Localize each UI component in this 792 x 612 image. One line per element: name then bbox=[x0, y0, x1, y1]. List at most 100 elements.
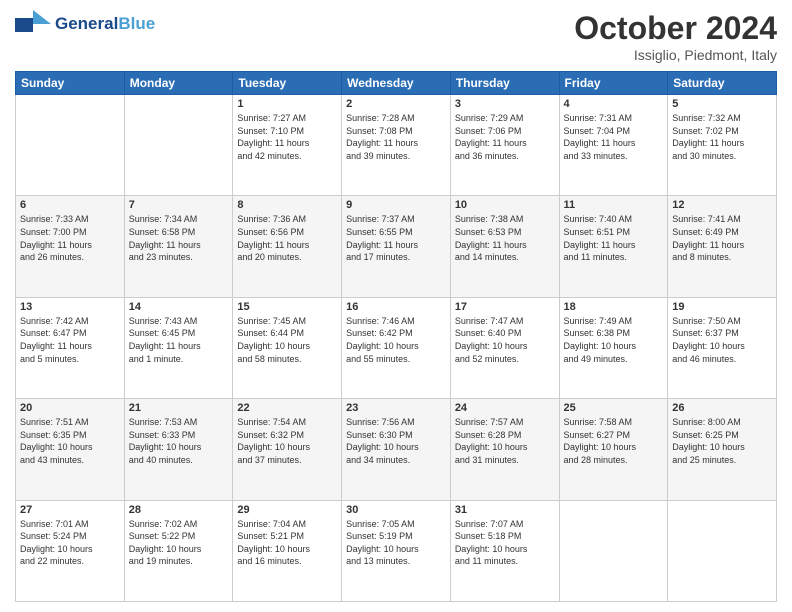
day-info: Sunrise: 7:32 AM Sunset: 7:02 PM Dayligh… bbox=[672, 112, 772, 162]
calendar-cell: 19 Sunrise: 7:50 AM Sunset: 6:37 PM Dayli… bbox=[668, 297, 777, 398]
page: GeneralBlue October 2024 Issiglio, Piedm… bbox=[0, 0, 792, 612]
calendar-cell: 6Sunrise: 7:33 AM Sunset: 7:00 PM Daylig… bbox=[16, 196, 125, 297]
col-thursday: Thursday bbox=[450, 72, 559, 95]
calendar-cell: 3Sunrise: 7:29 AM Sunset: 7:06 PM Daylig… bbox=[450, 95, 559, 196]
day-number: 20 bbox=[20, 402, 120, 414]
calendar-cell: 24 Sunrise: 7:57 AM Sunset: 6:28 PM Dayli… bbox=[450, 399, 559, 500]
col-sunday: Sunday bbox=[16, 72, 125, 95]
day-info: Sunrise: 7:07 AM Sunset: 5:18 PM Dayligh… bbox=[455, 518, 555, 568]
day-info: Sunrise: 7:02 AM Sunset: 5:22 PM Dayligh… bbox=[129, 518, 229, 568]
day-number: 29 bbox=[237, 504, 337, 516]
day-info: Sunrise: 7:50 AM Sunset: 6:37 PM Dayligh… bbox=[672, 315, 772, 365]
calendar-cell: 23Sunrise: 7:56 AM Sunset: 6:30 PM Dayli… bbox=[342, 399, 451, 500]
day-number: 23 bbox=[346, 402, 446, 414]
day-number: 5 bbox=[672, 98, 772, 110]
day-info: Sunrise: 7:57 AM Sunset: 6:28 PM Dayligh… bbox=[455, 416, 555, 466]
day-number: 2 bbox=[346, 98, 446, 110]
calendar-cell: 30 Sunrise: 7:05 AM Sunset: 5:19 PM Dayli… bbox=[342, 500, 451, 601]
col-saturday: Saturday bbox=[668, 72, 777, 95]
logo-icon bbox=[15, 10, 51, 38]
day-number: 16 bbox=[346, 301, 446, 313]
day-info: Sunrise: 7:28 AM Sunset: 7:08 PM Dayligh… bbox=[346, 112, 446, 162]
calendar-header-row: Sunday Monday Tuesday Wednesday Thursday… bbox=[16, 72, 777, 95]
day-info: Sunrise: 7:33 AM Sunset: 7:00 PM Dayligh… bbox=[20, 213, 120, 263]
day-number: 30 bbox=[346, 504, 446, 516]
day-info: Sunrise: 7:38 AM Sunset: 6:53 PM Dayligh… bbox=[455, 213, 555, 263]
calendar-cell: 12 Sunrise: 7:41 AM Sunset: 6:49 PM Dayli… bbox=[668, 196, 777, 297]
day-number: 9 bbox=[346, 199, 446, 211]
month-title: October 2024 bbox=[574, 10, 777, 47]
calendar-cell: 10 Sunrise: 7:38 AM Sunset: 6:53 PM Dayli… bbox=[450, 196, 559, 297]
day-info: Sunrise: 7:41 AM Sunset: 6:49 PM Dayligh… bbox=[672, 213, 772, 263]
day-number: 28 bbox=[129, 504, 229, 516]
day-info: Sunrise: 7:53 AM Sunset: 6:33 PM Dayligh… bbox=[129, 416, 229, 466]
day-info: Sunrise: 7:43 AM Sunset: 6:45 PM Dayligh… bbox=[129, 315, 229, 365]
calendar-cell: 22 Sunrise: 7:54 AM Sunset: 6:32 PM Dayli… bbox=[233, 399, 342, 500]
day-info: Sunrise: 7:51 AM Sunset: 6:35 PM Dayligh… bbox=[20, 416, 120, 466]
calendar-cell bbox=[559, 500, 668, 601]
calendar-body: 1 Sunrise: 7:27 AM Sunset: 7:10 PM Daylig… bbox=[16, 95, 777, 602]
calendar-week-3: 13 Sunrise: 7:42 AM Sunset: 6:47 PM Dayli… bbox=[16, 297, 777, 398]
calendar-table: Sunday Monday Tuesday Wednesday Thursday… bbox=[15, 71, 777, 602]
day-number: 12 bbox=[672, 199, 772, 211]
calendar-week-5: 27 Sunrise: 7:01 AM Sunset: 5:24 PM Dayli… bbox=[16, 500, 777, 601]
calendar-cell: 17Sunrise: 7:47 AM Sunset: 6:40 PM Dayli… bbox=[450, 297, 559, 398]
calendar-cell: 28 Sunrise: 7:02 AM Sunset: 5:22 PM Dayli… bbox=[124, 500, 233, 601]
calendar-cell: 9 Sunrise: 7:37 AM Sunset: 6:55 PM Daylig… bbox=[342, 196, 451, 297]
calendar-cell: 1 Sunrise: 7:27 AM Sunset: 7:10 PM Daylig… bbox=[233, 95, 342, 196]
calendar-cell: 4Sunrise: 7:31 AM Sunset: 7:04 PM Daylig… bbox=[559, 95, 668, 196]
calendar-week-4: 20 Sunrise: 7:51 AM Sunset: 6:35 PM Dayli… bbox=[16, 399, 777, 500]
day-number: 27 bbox=[20, 504, 120, 516]
day-number: 7 bbox=[129, 199, 229, 211]
day-number: 24 bbox=[455, 402, 555, 414]
calendar-cell bbox=[16, 95, 125, 196]
calendar-cell: 21 Sunrise: 7:53 AM Sunset: 6:33 PM Dayli… bbox=[124, 399, 233, 500]
day-number: 11 bbox=[564, 199, 664, 211]
day-number: 25 bbox=[564, 402, 664, 414]
day-info: Sunrise: 7:37 AM Sunset: 6:55 PM Dayligh… bbox=[346, 213, 446, 263]
calendar-cell: 8Sunrise: 7:36 AM Sunset: 6:56 PM Daylig… bbox=[233, 196, 342, 297]
calendar-week-2: 6Sunrise: 7:33 AM Sunset: 7:00 PM Daylig… bbox=[16, 196, 777, 297]
logo-general: General bbox=[55, 14, 118, 33]
day-info: Sunrise: 7:34 AM Sunset: 6:58 PM Dayligh… bbox=[129, 213, 229, 263]
day-info: Sunrise: 8:00 AM Sunset: 6:25 PM Dayligh… bbox=[672, 416, 772, 466]
logo-blue: Blue bbox=[118, 14, 155, 33]
header: GeneralBlue October 2024 Issiglio, Piedm… bbox=[15, 10, 777, 63]
day-info: Sunrise: 7:36 AM Sunset: 6:56 PM Dayligh… bbox=[237, 213, 337, 263]
calendar-cell: 11 Sunrise: 7:40 AM Sunset: 6:51 PM Dayli… bbox=[559, 196, 668, 297]
calendar-cell: 13 Sunrise: 7:42 AM Sunset: 6:47 PM Dayli… bbox=[16, 297, 125, 398]
day-number: 10 bbox=[455, 199, 555, 211]
day-info: Sunrise: 7:49 AM Sunset: 6:38 PM Dayligh… bbox=[564, 315, 664, 365]
day-info: Sunrise: 7:27 AM Sunset: 7:10 PM Dayligh… bbox=[237, 112, 337, 162]
location: Issiglio, Piedmont, Italy bbox=[574, 47, 777, 63]
day-info: Sunrise: 7:45 AM Sunset: 6:44 PM Dayligh… bbox=[237, 315, 337, 365]
day-number: 1 bbox=[237, 98, 337, 110]
calendar-cell: 27 Sunrise: 7:01 AM Sunset: 5:24 PM Dayli… bbox=[16, 500, 125, 601]
calendar-cell: 31 Sunrise: 7:07 AM Sunset: 5:18 PM Dayli… bbox=[450, 500, 559, 601]
calendar-cell: 14Sunrise: 7:43 AM Sunset: 6:45 PM Dayli… bbox=[124, 297, 233, 398]
day-number: 19 bbox=[672, 301, 772, 313]
day-info: Sunrise: 7:29 AM Sunset: 7:06 PM Dayligh… bbox=[455, 112, 555, 162]
logo: GeneralBlue bbox=[15, 10, 155, 38]
day-info: Sunrise: 7:42 AM Sunset: 6:47 PM Dayligh… bbox=[20, 315, 120, 365]
day-number: 15 bbox=[237, 301, 337, 313]
col-tuesday: Tuesday bbox=[233, 72, 342, 95]
day-number: 13 bbox=[20, 301, 120, 313]
calendar-cell: 25Sunrise: 7:58 AM Sunset: 6:27 PM Dayli… bbox=[559, 399, 668, 500]
title-area: October 2024 Issiglio, Piedmont, Italy bbox=[574, 10, 777, 63]
day-info: Sunrise: 7:54 AM Sunset: 6:32 PM Dayligh… bbox=[237, 416, 337, 466]
calendar-cell: 7 Sunrise: 7:34 AM Sunset: 6:58 PM Daylig… bbox=[124, 196, 233, 297]
day-number: 22 bbox=[237, 402, 337, 414]
calendar-cell bbox=[124, 95, 233, 196]
logo-top: GeneralBlue bbox=[15, 10, 155, 38]
day-info: Sunrise: 7:47 AM Sunset: 6:40 PM Dayligh… bbox=[455, 315, 555, 365]
day-info: Sunrise: 7:01 AM Sunset: 5:24 PM Dayligh… bbox=[20, 518, 120, 568]
calendar-cell: 15 Sunrise: 7:45 AM Sunset: 6:44 PM Dayli… bbox=[233, 297, 342, 398]
col-friday: Friday bbox=[559, 72, 668, 95]
day-number: 4 bbox=[564, 98, 664, 110]
calendar-cell: 29Sunrise: 7:04 AM Sunset: 5:21 PM Dayli… bbox=[233, 500, 342, 601]
day-number: 21 bbox=[129, 402, 229, 414]
day-info: Sunrise: 7:40 AM Sunset: 6:51 PM Dayligh… bbox=[564, 213, 664, 263]
day-number: 31 bbox=[455, 504, 555, 516]
day-info: Sunrise: 7:05 AM Sunset: 5:19 PM Dayligh… bbox=[346, 518, 446, 568]
